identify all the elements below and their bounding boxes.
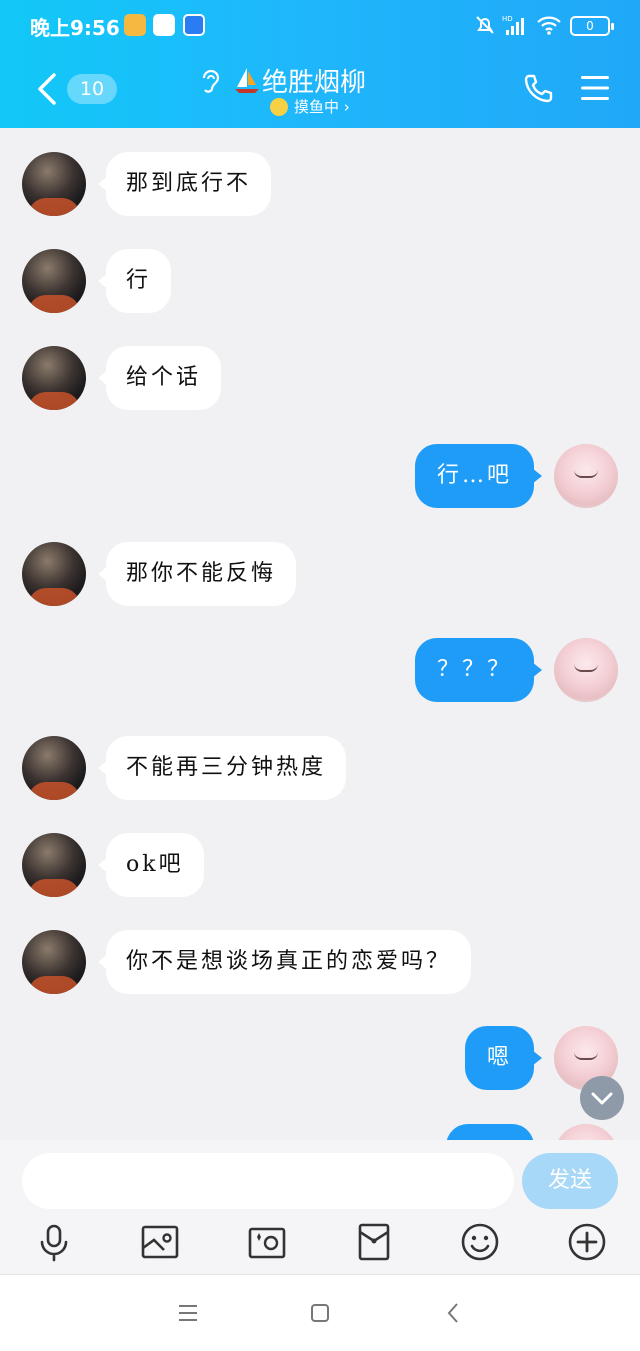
my-avatar[interactable] xyxy=(554,638,618,702)
sailboat-icon xyxy=(235,68,259,93)
image-icon[interactable] xyxy=(138,1220,182,1264)
contact-avatar[interactable] xyxy=(22,346,86,410)
signal-icon: HD xyxy=(502,15,524,35)
system-navigation-bar xyxy=(0,1274,640,1351)
chat-header: 晚上9:56 HD 0 10 绝胜烟柳 摸鱼中 › xyxy=(0,0,640,128)
message-bubble[interactable]: 嗯 xyxy=(464,1026,543,1090)
status-time: 晚上9:56 xyxy=(30,16,120,40)
composer: 发送 xyxy=(0,1140,640,1274)
wifi-icon xyxy=(537,16,561,35)
message-bubble[interactable]: ？？？ xyxy=(414,638,543,702)
my-avatar[interactable] xyxy=(554,1124,618,1140)
contact-title[interactable]: 绝胜烟柳 xyxy=(232,62,366,98)
message-bubble[interactable]: 给个话 xyxy=(97,346,222,410)
unread-count-badge[interactable]: 10 xyxy=(67,74,117,104)
menu-icon[interactable] xyxy=(580,74,610,102)
scroll-to-bottom-button[interactable] xyxy=(580,1076,624,1120)
message-bubble[interactable]: 不能再三分钟热度 xyxy=(97,736,347,800)
recent-apps-icon[interactable] xyxy=(176,1301,200,1325)
contact-avatar[interactable] xyxy=(22,152,86,216)
emoji-icon[interactable] xyxy=(458,1220,502,1264)
camera-icon[interactable] xyxy=(245,1220,289,1264)
contact-avatar[interactable] xyxy=(22,249,86,313)
message-bubble[interactable]: 行…吧 xyxy=(414,444,543,508)
back-icon[interactable] xyxy=(442,1301,466,1325)
contact-status-text: 摸鱼中 › xyxy=(294,98,350,116)
red-packet-icon[interactable] xyxy=(352,1220,396,1264)
network-type: HD xyxy=(502,15,513,23)
contact-avatar[interactable] xyxy=(22,736,86,800)
message-bubble[interactable] xyxy=(446,1124,534,1140)
contact-avatar[interactable] xyxy=(22,542,86,606)
home-icon[interactable] xyxy=(308,1301,332,1325)
microphone-icon[interactable] xyxy=(32,1220,76,1264)
message-bubble[interactable]: ok吧 xyxy=(98,833,204,897)
message-bubble[interactable]: 那你不能反悔 xyxy=(97,542,297,606)
contact-avatar[interactable] xyxy=(22,833,86,897)
composer-toolbar xyxy=(0,1220,640,1266)
status-emoji-icon xyxy=(270,97,288,116)
contact-avatar[interactable] xyxy=(22,930,86,994)
message-bubble[interactable]: 那到底行不 xyxy=(97,152,272,216)
ear-icon[interactable] xyxy=(198,66,222,96)
notification-app-icon xyxy=(153,14,175,36)
contact-name: 绝胜烟柳 xyxy=(262,67,367,98)
notification-app-icon xyxy=(124,14,146,36)
contact-status[interactable]: 摸鱼中 › xyxy=(270,96,350,117)
phone-call-icon[interactable] xyxy=(522,72,554,104)
send-button[interactable]: 发送 xyxy=(522,1153,618,1209)
back-chevron-icon[interactable] xyxy=(34,72,60,106)
battery-level: 0 xyxy=(586,19,594,33)
mute-bell-icon xyxy=(476,16,494,34)
message-list[interactable]: 那到底行不 行 给个话 行…吧 那你不能反悔 ？？？ 不能再三分钟热度 ok吧 … xyxy=(0,128,640,1140)
message-bubble[interactable]: 行 xyxy=(97,249,172,313)
my-avatar[interactable] xyxy=(554,444,618,508)
battery-icon: 0 xyxy=(570,16,614,36)
notification-app-icon xyxy=(183,14,205,36)
message-bubble[interactable]: 你不是想谈场真正的恋爱吗？ xyxy=(97,930,472,994)
plus-icon[interactable] xyxy=(565,1220,609,1264)
status-bar: 晚上9:56 HD 0 xyxy=(0,0,640,52)
message-input[interactable] xyxy=(22,1153,514,1209)
